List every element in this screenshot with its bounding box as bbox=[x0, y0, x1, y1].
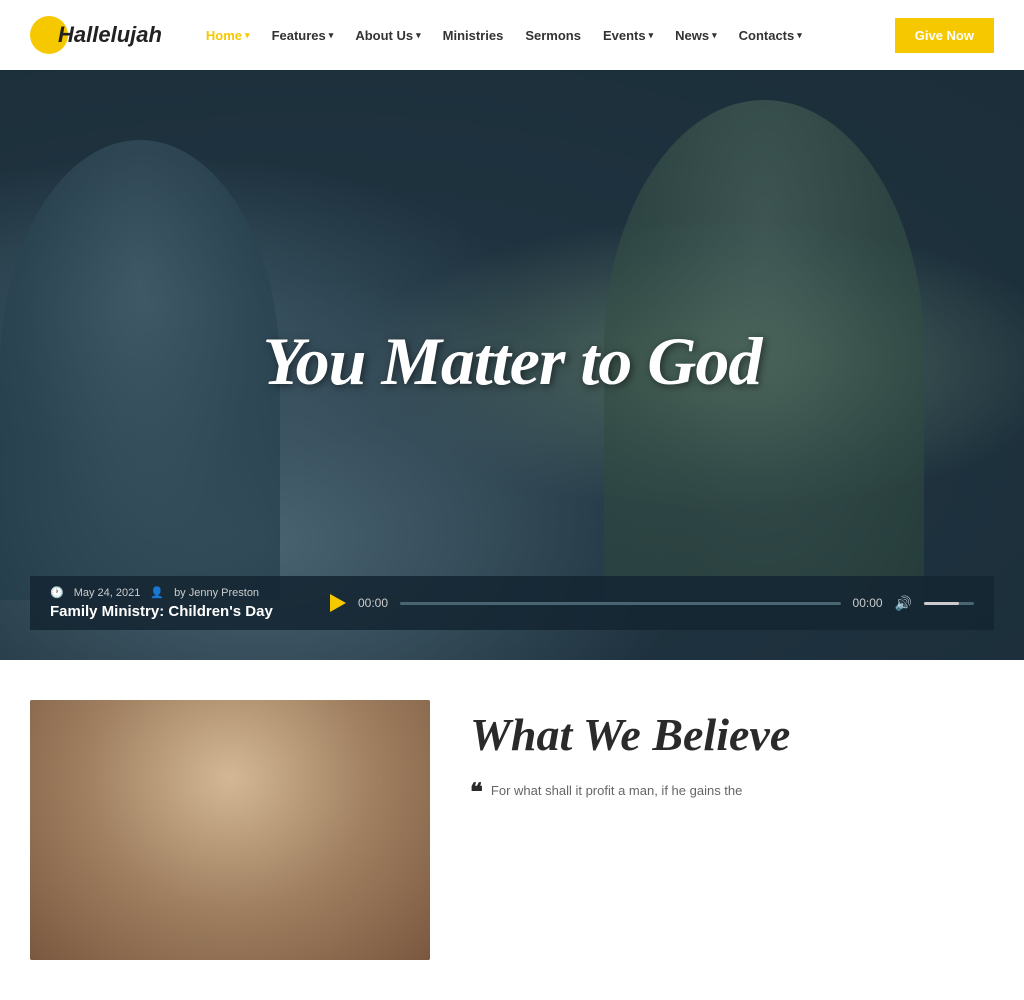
chevron-down-icon: ▾ bbox=[712, 30, 717, 41]
nav-item-contacts[interactable]: Contacts ▾ bbox=[729, 20, 812, 51]
audio-meta: 🕐 May 24, 2021 👤 by Jenny Preston Family… bbox=[50, 586, 310, 620]
hero-title: You Matter to God bbox=[40, 324, 984, 399]
believe-heading: What We Believe bbox=[470, 710, 994, 761]
nav-item-sermons[interactable]: Sermons bbox=[515, 20, 591, 51]
audio-time-end: 00:00 bbox=[853, 596, 883, 610]
audio-date: 🕐 May 24, 2021 👤 by Jenny Preston bbox=[50, 586, 310, 599]
nav-item-features[interactable]: Features ▾ bbox=[262, 20, 344, 51]
believe-text: What We Believe ❝ For what shall it prof… bbox=[470, 700, 994, 960]
nav-links: Home ▾ Features ▾ About Us ▾ Ministries … bbox=[196, 20, 891, 51]
chevron-down-icon: ▾ bbox=[649, 30, 654, 41]
what-we-believe-section: What We Believe ❝ For what shall it prof… bbox=[0, 660, 1024, 1000]
logo[interactable]: Hallelujah bbox=[30, 16, 162, 54]
chevron-down-icon: ▾ bbox=[797, 30, 802, 41]
chevron-down-icon: ▾ bbox=[329, 30, 334, 41]
quote-mark-icon: ❝ bbox=[470, 781, 483, 805]
logo-text: Hallelujah bbox=[58, 22, 162, 48]
audio-time-start: 00:00 bbox=[358, 596, 388, 610]
nav-item-events[interactable]: Events ▾ bbox=[593, 20, 663, 51]
volume-fill bbox=[924, 602, 959, 605]
play-button[interactable] bbox=[330, 594, 346, 612]
nav-item-home[interactable]: Home ▾ bbox=[196, 20, 260, 51]
audio-title: Family Ministry: Children's Day bbox=[50, 603, 310, 620]
chevron-down-icon: ▾ bbox=[416, 30, 421, 41]
volume-icon[interactable]: 🔊 bbox=[895, 595, 912, 612]
nav-item-news[interactable]: News ▾ bbox=[665, 20, 727, 51]
nav-item-ministries[interactable]: Ministries bbox=[433, 20, 514, 51]
audio-progress-bar[interactable] bbox=[400, 602, 841, 605]
audio-controls: 00:00 00:00 🔊 bbox=[330, 594, 974, 612]
clock-icon: 🕐 bbox=[50, 586, 64, 599]
believe-quote: ❝ For what shall it profit a man, if he … bbox=[470, 781, 994, 805]
user-icon: 👤 bbox=[150, 586, 164, 599]
chevron-down-icon: ▾ bbox=[245, 30, 250, 41]
give-now-button[interactable]: Give Now bbox=[895, 18, 994, 53]
navbar: Hallelujah Home ▾ Features ▾ About Us ▾ … bbox=[0, 0, 1024, 70]
hero-content: You Matter to God bbox=[0, 324, 1024, 399]
navigation: Hallelujah Home ▾ Features ▾ About Us ▾ … bbox=[0, 0, 1024, 70]
audio-player: 🕐 May 24, 2021 👤 by Jenny Preston Family… bbox=[30, 576, 994, 630]
believe-image bbox=[30, 700, 430, 960]
nav-item-about[interactable]: About Us ▾ bbox=[345, 20, 430, 51]
hero-section: You Matter to God 🕐 May 24, 2021 👤 by Je… bbox=[0, 70, 1024, 660]
volume-bar[interactable] bbox=[924, 602, 974, 605]
